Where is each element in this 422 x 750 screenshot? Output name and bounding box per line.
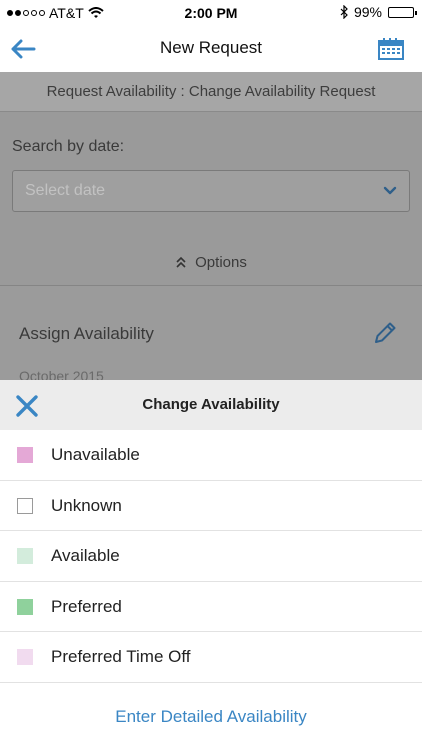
option-label: Preferred Time Off <box>51 647 191 666</box>
request-type-header: Request Availability : Change Availabili… <box>0 72 422 112</box>
enter-detailed-availability-link[interactable]: Enter Detailed Availability <box>0 707 422 727</box>
color-swatch <box>17 497 33 514</box>
color-swatch <box>17 548 33 564</box>
dimmed-request-form: Request Availability : Change Availabili… <box>0 72 422 380</box>
availability-option-list: Unavailable Unknown Available Preferred … <box>0 430 422 683</box>
option-label: Unknown <box>51 495 122 515</box>
availability-option-unknown[interactable]: Unknown <box>0 481 422 531</box>
availability-option-preferred-time-off[interactable]: Preferred Time Off <box>0 632 422 683</box>
battery-percent: 99% <box>353 4 382 20</box>
availability-option-preferred[interactable]: Preferred <box>0 582 422 632</box>
double-chevron-up-icon <box>176 256 186 268</box>
battery-icon <box>388 6 417 18</box>
bluetooth-icon <box>340 5 348 19</box>
pencil-icon[interactable] <box>372 320 398 346</box>
color-swatch <box>17 447 33 463</box>
option-label: Available <box>51 546 120 565</box>
color-swatch <box>17 649 33 665</box>
availability-option-unavailable[interactable]: Unavailable <box>0 430 422 481</box>
availability-option-available[interactable]: Available <box>0 531 422 582</box>
search-by-date-label: Search by date: <box>12 138 125 155</box>
color-swatch <box>17 598 33 615</box>
calendar-icon <box>378 38 404 60</box>
date-select-field[interactable]: Select date <box>12 170 410 212</box>
assign-availability-row[interactable]: Assign Availability October 2015 <box>0 286 422 380</box>
month-label: October 2015 <box>19 368 104 380</box>
sheet-title: Change Availability <box>142 396 280 413</box>
sheet-header: Change Availability <box>0 380 422 430</box>
page-title: New Request <box>159 38 263 57</box>
assign-availability-label: Assign Availability <box>19 324 154 343</box>
options-toggle[interactable]: Options <box>0 250 422 274</box>
nav-bar: New Request <box>0 26 422 72</box>
status-bar: AT&T 2:00 PM 99% <box>0 0 422 26</box>
chevron-down-icon <box>383 186 397 195</box>
option-label: Unavailable <box>51 445 140 464</box>
date-select-placeholder: Select date <box>25 182 106 199</box>
calendar-button[interactable] <box>376 34 406 64</box>
options-label: Options <box>195 253 247 271</box>
change-availability-sheet: Change Availability Unavailable Unknown … <box>0 380 422 750</box>
option-label: Preferred <box>51 596 122 616</box>
